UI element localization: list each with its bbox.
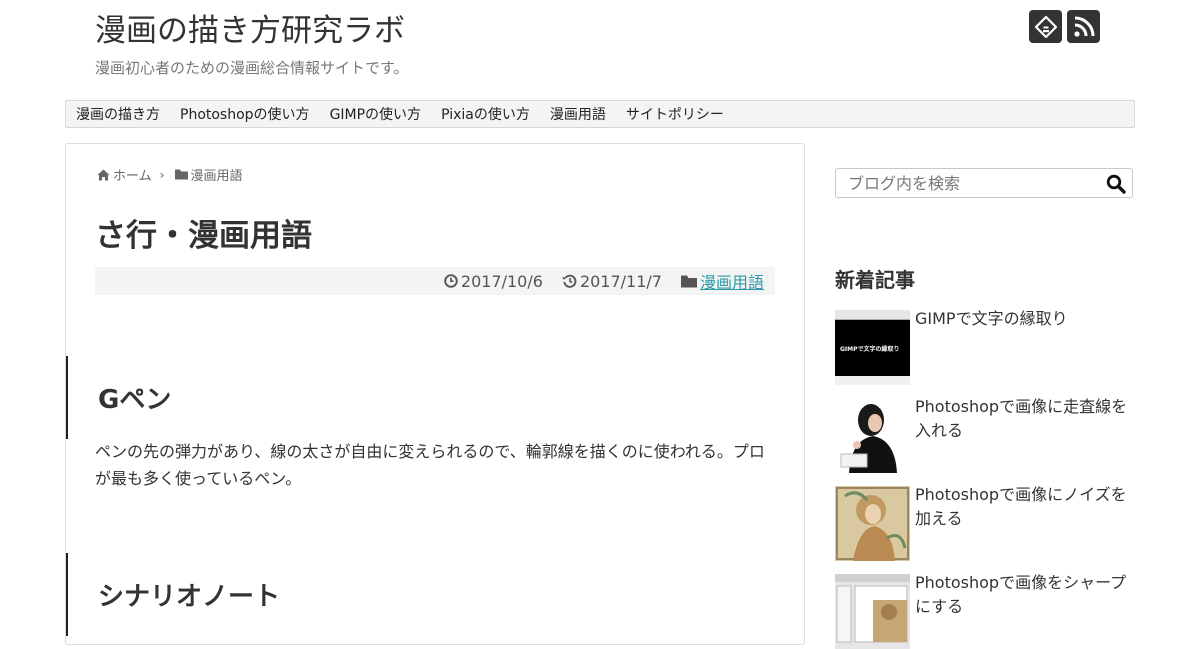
search-button[interactable] xyxy=(1106,174,1126,198)
post-category: 漫画用語 xyxy=(680,269,764,293)
recent-post-thumbnail[interactable] xyxy=(835,574,910,649)
search-input[interactable] xyxy=(836,169,1098,197)
nav-item-gimp[interactable]: GIMPの使い方 xyxy=(320,104,432,124)
article-container: ホーム › 漫画用語 さ行・漫画用語 2017/10/6 2017/11/7 漫… xyxy=(65,143,805,645)
recent-post-item[interactable]: Photoshopで画像をシャープにする xyxy=(835,571,1135,649)
nav-item-site-policy[interactable]: サイトポリシー xyxy=(616,104,734,124)
rss-icon[interactable] xyxy=(1067,10,1100,43)
breadcrumb-category[interactable]: 漫画用語 xyxy=(190,165,242,184)
nav-item-manga-drawing[interactable]: 漫画の描き方 xyxy=(66,104,170,124)
recent-post-title[interactable]: GIMPで文字の縁取り xyxy=(915,307,1068,385)
post-meta: 2017/10/6 2017/11/7 漫画用語 xyxy=(95,267,775,295)
recent-post-item[interactable]: GIMPで文字の縁取り GIMPで文字の縁取り xyxy=(835,307,1135,385)
feedly-icon[interactable] xyxy=(1029,10,1062,43)
category-link[interactable]: 漫画用語 xyxy=(700,269,764,293)
posted-date-text: 2017/10/6 xyxy=(460,271,543,291)
home-icon xyxy=(97,169,110,180)
section-heading-g-pen: Gペン xyxy=(66,355,756,439)
recent-post-thumbnail[interactable] xyxy=(835,486,910,561)
nav-item-pixia[interactable]: Pixiaの使い方 xyxy=(431,104,540,124)
section-heading-scenario-note: シナリオノート xyxy=(66,552,756,636)
main-nav: 漫画の描き方 Photoshopの使い方 GIMPの使い方 Pixiaの使い方 … xyxy=(65,100,1135,128)
recent-posts-title: 新着記事 xyxy=(835,268,915,292)
recent-post-title[interactable]: Photoshopで画像にノイズを加える xyxy=(915,483,1135,561)
recent-post-item[interactable]: Photoshopで画像にノイズを加える xyxy=(835,483,1135,561)
updated-date-text: 2017/11/7 xyxy=(579,271,662,291)
clock-icon xyxy=(444,274,458,288)
thumbnail-caption: GIMPで文字の縁取り xyxy=(840,346,900,353)
recent-post-thumbnail[interactable]: GIMPで文字の縁取り xyxy=(835,310,910,385)
recent-post-title[interactable]: Photoshopで画像に走査線を入れる xyxy=(915,395,1135,473)
nav-item-photoshop[interactable]: Photoshopの使い方 xyxy=(170,104,320,124)
article-title: さ行・漫画用語 xyxy=(95,218,312,254)
recent-post-item[interactable]: Photoshopで画像に走査線を入れる xyxy=(835,395,1135,473)
site-description: 漫画初心者のための漫画総合情報サイトです。 xyxy=(95,59,409,77)
nav-item-manga-terms[interactable]: 漫画用語 xyxy=(540,104,616,124)
breadcrumb: ホーム › 漫画用語 xyxy=(97,165,242,184)
chevron-right-icon: › xyxy=(159,167,165,182)
section-body-g-pen: ペンの先の弾力があり、線の太さが自由に変えられるので、輪郭線を描くのに使われる。… xyxy=(95,442,765,488)
breadcrumb-home[interactable]: ホーム xyxy=(113,165,152,184)
updated-date: 2017/11/7 xyxy=(562,272,662,291)
recent-post-thumbnail[interactable] xyxy=(835,398,910,473)
recent-post-title[interactable]: Photoshopで画像をシャープにする xyxy=(915,571,1135,649)
folder-icon xyxy=(175,169,189,180)
folder-icon xyxy=(680,275,697,287)
search-form xyxy=(835,168,1133,198)
history-icon xyxy=(562,274,577,288)
site-title[interactable]: 漫画の描き方研究ラボ xyxy=(95,10,405,52)
search-icon xyxy=(1106,174,1126,194)
posted-date: 2017/10/6 xyxy=(444,272,543,291)
header-icons xyxy=(1029,10,1100,43)
